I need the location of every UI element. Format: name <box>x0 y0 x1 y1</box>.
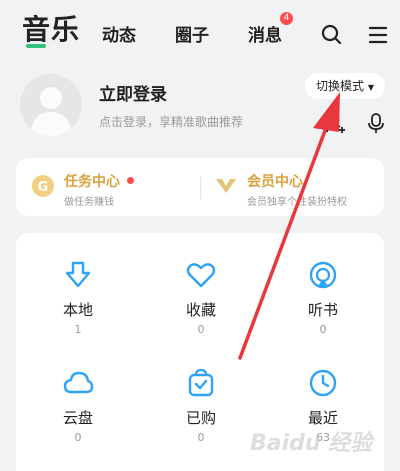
tile-cloud-count: 0 <box>74 431 82 444</box>
heart-icon <box>186 263 216 288</box>
tile-purchased[interactable]: 已购 0 <box>151 367 251 467</box>
tile-purchased-count: 0 <box>197 431 205 444</box>
tab-messages[interactable]: 消息 <box>248 21 282 46</box>
tile-local-label: 本地 <box>62 301 93 319</box>
task-center-subtitle: 做任务赚钱 <box>64 197 114 208</box>
cloud-icon <box>63 371 94 394</box>
promo-card: G 任务中心 做任务赚钱 会员中心 会员独享个性装扮特权 <box>16 158 384 216</box>
coin-icon: G <box>32 175 54 197</box>
switch-mode-button[interactable]: 切换模式 ▼ <box>305 73 385 99</box>
clock-icon <box>309 369 337 397</box>
promo-divider <box>200 177 201 199</box>
tile-local[interactable]: 本地 1 <box>28 259 128 359</box>
profile-section: 立即登录 点击登录，享精准歌曲推荐 切换模式 ▼ <box>0 62 400 152</box>
task-center-title[interactable]: 任务中心 <box>64 171 120 191</box>
login-subtitle: 点击登录，享精准歌曲推荐 <box>99 115 244 129</box>
tile-audiobook-label: 听书 <box>307 301 338 319</box>
tile-favorites[interactable]: 收藏 0 <box>151 259 251 359</box>
default-avatar-icon <box>30 87 72 136</box>
tile-audiobook-count: 0 <box>319 323 327 336</box>
search-icon[interactable] <box>319 22 343 46</box>
top-navigation: 音乐 动态 圈子 消息 4 <box>0 0 400 62</box>
vip-center-subtitle: 会员独享个性装扮特权 <box>247 197 347 208</box>
messages-badge: 4 <box>280 12 293 25</box>
tile-favorites-label: 收藏 <box>185 301 216 319</box>
tab-music[interactable]: 音乐 <box>22 8 80 48</box>
switch-mode-label: 切换模式 <box>316 79 365 93</box>
tile-cloud-drive[interactable]: 云盘 0 <box>28 367 128 467</box>
avatar[interactable] <box>20 74 82 136</box>
watermark: Baidu 经验 <box>250 431 373 456</box>
caret-down-icon: ▼ <box>367 83 374 92</box>
voice-icon[interactable] <box>366 112 386 134</box>
tile-cloud-label: 云盘 <box>62 409 93 427</box>
tile-favorites-count: 0 <box>197 323 205 336</box>
purchased-bag-icon <box>188 368 214 397</box>
tile-audiobook[interactable]: 听书 0 <box>273 259 373 359</box>
menu-icon[interactable] <box>366 23 390 47</box>
vip-crown-icon <box>216 179 236 193</box>
download-icon <box>65 261 91 288</box>
active-tab-indicator <box>26 44 46 48</box>
vip-center-title[interactable]: 会员中心 <box>247 171 303 191</box>
audiobook-icon <box>309 261 337 289</box>
tab-feed[interactable]: 动态 <box>102 21 136 46</box>
add-friend-icon[interactable] <box>325 112 347 134</box>
tile-local-count: 1 <box>74 323 82 336</box>
tab-circle[interactable]: 圈子 <box>175 21 209 46</box>
login-title[interactable]: 立即登录 <box>99 80 167 105</box>
svg-text:G: G <box>38 180 49 195</box>
task-notification-dot <box>127 177 134 184</box>
tile-purchased-label: 已购 <box>185 409 216 427</box>
